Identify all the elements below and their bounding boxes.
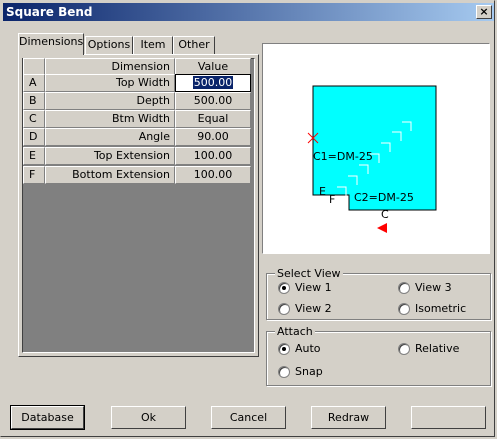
tab-options[interactable]: Options (85, 36, 133, 54)
row-value[interactable]: 500.00 (192, 76, 234, 89)
select-view-label: Select View (275, 267, 343, 280)
radio-label: View 1 (295, 281, 332, 294)
radio-label: Isometric (415, 302, 467, 315)
e-label: E (319, 185, 326, 198)
row-dimension: Angle (45, 128, 175, 146)
radio-icon (278, 365, 290, 378)
row-letter: D (23, 128, 45, 146)
tab-item[interactable]: Item (133, 36, 173, 54)
view-3-radio[interactable]: View 3 (398, 281, 452, 294)
table-row[interactable]: C Btm Width Equal (23, 110, 252, 128)
view-1-radio[interactable]: View 1 (278, 281, 332, 294)
table-row[interactable]: F Bottom Extension 100.00 (23, 166, 252, 184)
c1-label: C1=DM-25 (313, 150, 373, 163)
view-2-radio[interactable]: View 2 (278, 302, 332, 315)
row-letter: F (23, 166, 45, 184)
radio-label: Auto (295, 342, 321, 355)
close-button[interactable]: × (476, 5, 492, 19)
cancel-button[interactable]: Cancel (211, 406, 286, 429)
ok-button[interactable]: Ok (111, 406, 186, 429)
relative-radio[interactable]: Relative (398, 342, 459, 355)
bend-drawing: C1=DM-25 C2=DM-25 E F C (307, 85, 437, 233)
row-dimension: Bottom Extension (45, 166, 175, 184)
attach-label: Attach (275, 325, 315, 338)
row-value[interactable]: 500.00 (175, 92, 251, 110)
auto-radio[interactable]: Auto (278, 342, 321, 355)
radio-selected-icon (278, 342, 290, 355)
c2-label: C2=DM-25 (354, 191, 414, 204)
radio-icon (398, 342, 410, 355)
title-bar: Square Bend × (3, 3, 494, 21)
row-dimension: Top Width (45, 74, 175, 92)
radio-icon (398, 302, 410, 315)
table-row[interactable]: B Depth 500.00 (23, 92, 252, 110)
row-letter: A (23, 74, 45, 92)
radio-label: View 2 (295, 302, 332, 315)
radio-label: Snap (295, 365, 323, 378)
radio-icon (278, 302, 290, 315)
blank-button[interactable] (411, 406, 486, 429)
f-label: F (329, 193, 335, 206)
row-letter: B (23, 92, 45, 110)
database-button[interactable]: Database (10, 405, 85, 430)
row-dimension: Btm Width (45, 110, 175, 128)
tab-other[interactable]: Other (173, 36, 215, 54)
c-label: C (381, 208, 389, 221)
radio-icon (398, 281, 410, 294)
radio-selected-icon (278, 281, 290, 294)
row-value[interactable]: 90.00 (175, 128, 251, 146)
dialog-window: Square Bend × Dimensions Options Item Ot… (0, 0, 495, 437)
row-value[interactable]: Equal (175, 110, 251, 128)
row-dimension: Depth (45, 92, 175, 110)
bend-preview: C1=DM-25 C2=DM-25 E F C (262, 43, 490, 254)
value-edit-field[interactable]: 500.00 (175, 74, 251, 92)
row-letter: E (23, 147, 45, 165)
table-row[interactable]: D Angle 90.00 (23, 128, 252, 146)
isometric-radio[interactable]: Isometric (398, 302, 466, 315)
row-letter: C (23, 110, 45, 128)
row-value[interactable]: 100.00 (175, 147, 251, 165)
redraw-button[interactable]: Redraw (311, 406, 386, 429)
tab-dimensions[interactable]: Dimensions (18, 33, 84, 55)
table-row[interactable]: E Top Extension 100.00 (23, 147, 252, 165)
window-title: Square Bend (6, 5, 93, 19)
radio-label: Relative (415, 342, 460, 355)
radio-label: View 3 (415, 281, 452, 294)
row-value[interactable]: 100.00 (175, 166, 251, 184)
row-dimension: Top Extension (45, 147, 175, 165)
table-row[interactable]: A Top Width 500.00 (23, 74, 252, 92)
snap-radio[interactable]: Snap (278, 365, 323, 378)
c-marker-icon (377, 223, 387, 233)
